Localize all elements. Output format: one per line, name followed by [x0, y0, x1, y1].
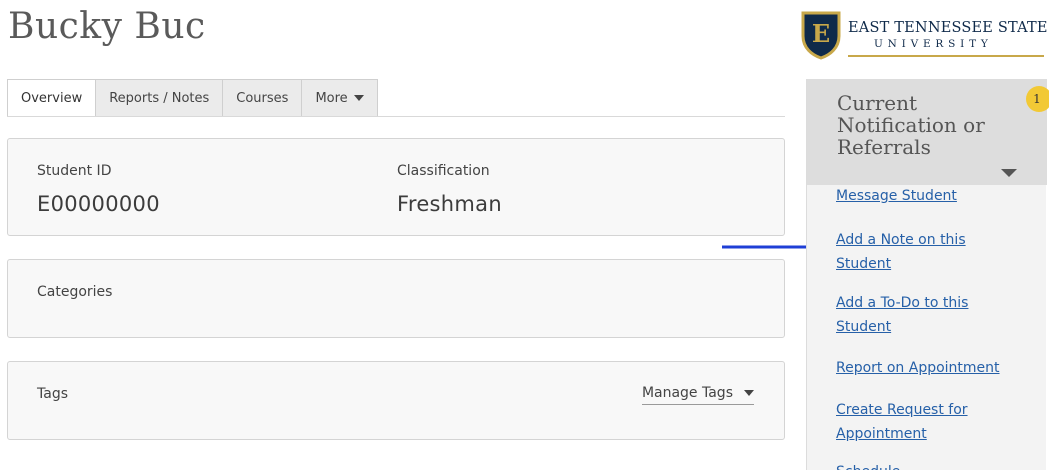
add-todo-link[interactable]: Add a To-Do to this Student [836, 291, 986, 339]
shield-logo-icon: E [801, 11, 841, 60]
manage-tags-dropdown[interactable]: Manage Tags [641, 385, 754, 405]
tab-label: Reports / Notes [109, 90, 210, 106]
tab-bar: Overview Reports / Notes Courses More [7, 79, 378, 117]
student-info-card: Student ID E00000000 Classification Fres… [7, 138, 785, 236]
student-overview-page: Bucky Buc E EAST TENNESSEE STATE UNIVERS… [0, 0, 1049, 470]
message-student-link[interactable]: Message Student [836, 184, 1016, 208]
add-note-link[interactable]: Add a Note on this Student [836, 228, 986, 276]
panel-title: Current Notification or Referrals [837, 91, 985, 159]
shield-letter: E [812, 19, 830, 48]
tab-label: Courses [236, 90, 289, 106]
manage-tags-label: Manage Tags [641, 385, 733, 401]
tab-overview[interactable]: Overview [7, 79, 97, 117]
logo-rule [848, 55, 1044, 57]
caret-down-icon[interactable] [1001, 169, 1017, 177]
create-request-link[interactable]: Create Request for Appointment [836, 398, 986, 446]
tab-reports-notes[interactable]: Reports / Notes [96, 79, 224, 117]
page-title: Bucky Buc [8, 6, 206, 47]
tab-courses[interactable]: Courses [223, 79, 303, 117]
report-appointment-link[interactable]: Report on Appointment [836, 356, 1016, 380]
tab-divider [7, 116, 785, 117]
schedule-link[interactable]: Schedule [836, 460, 1016, 470]
caret-down-icon [353, 95, 364, 101]
classification-value: Freshman [397, 192, 502, 216]
tab-more[interactable]: More [302, 79, 378, 117]
tags-card: Tags Manage Tags [7, 361, 785, 440]
panel-header[interactable]: Current Notification or Referrals [807, 79, 1047, 185]
university-logo: E EAST TENNESSEE STATE UNIVERSITY [800, 10, 1049, 62]
categories-card: Categories [7, 259, 785, 338]
student-id-label: Student ID [37, 163, 112, 179]
logo-line-2: UNIVERSITY [874, 38, 993, 50]
tags-title: Tags [37, 386, 68, 402]
logo-line-1: EAST TENNESSEE STATE [848, 20, 1048, 36]
tab-label: Overview [21, 90, 83, 106]
categories-title: Categories [37, 284, 113, 300]
tab-label: More [315, 90, 348, 106]
notification-count-badge: 1 [1026, 86, 1049, 112]
classification-label: Classification [397, 163, 490, 179]
student-id-value: E00000000 [37, 192, 160, 216]
caret-down-icon [744, 390, 754, 396]
